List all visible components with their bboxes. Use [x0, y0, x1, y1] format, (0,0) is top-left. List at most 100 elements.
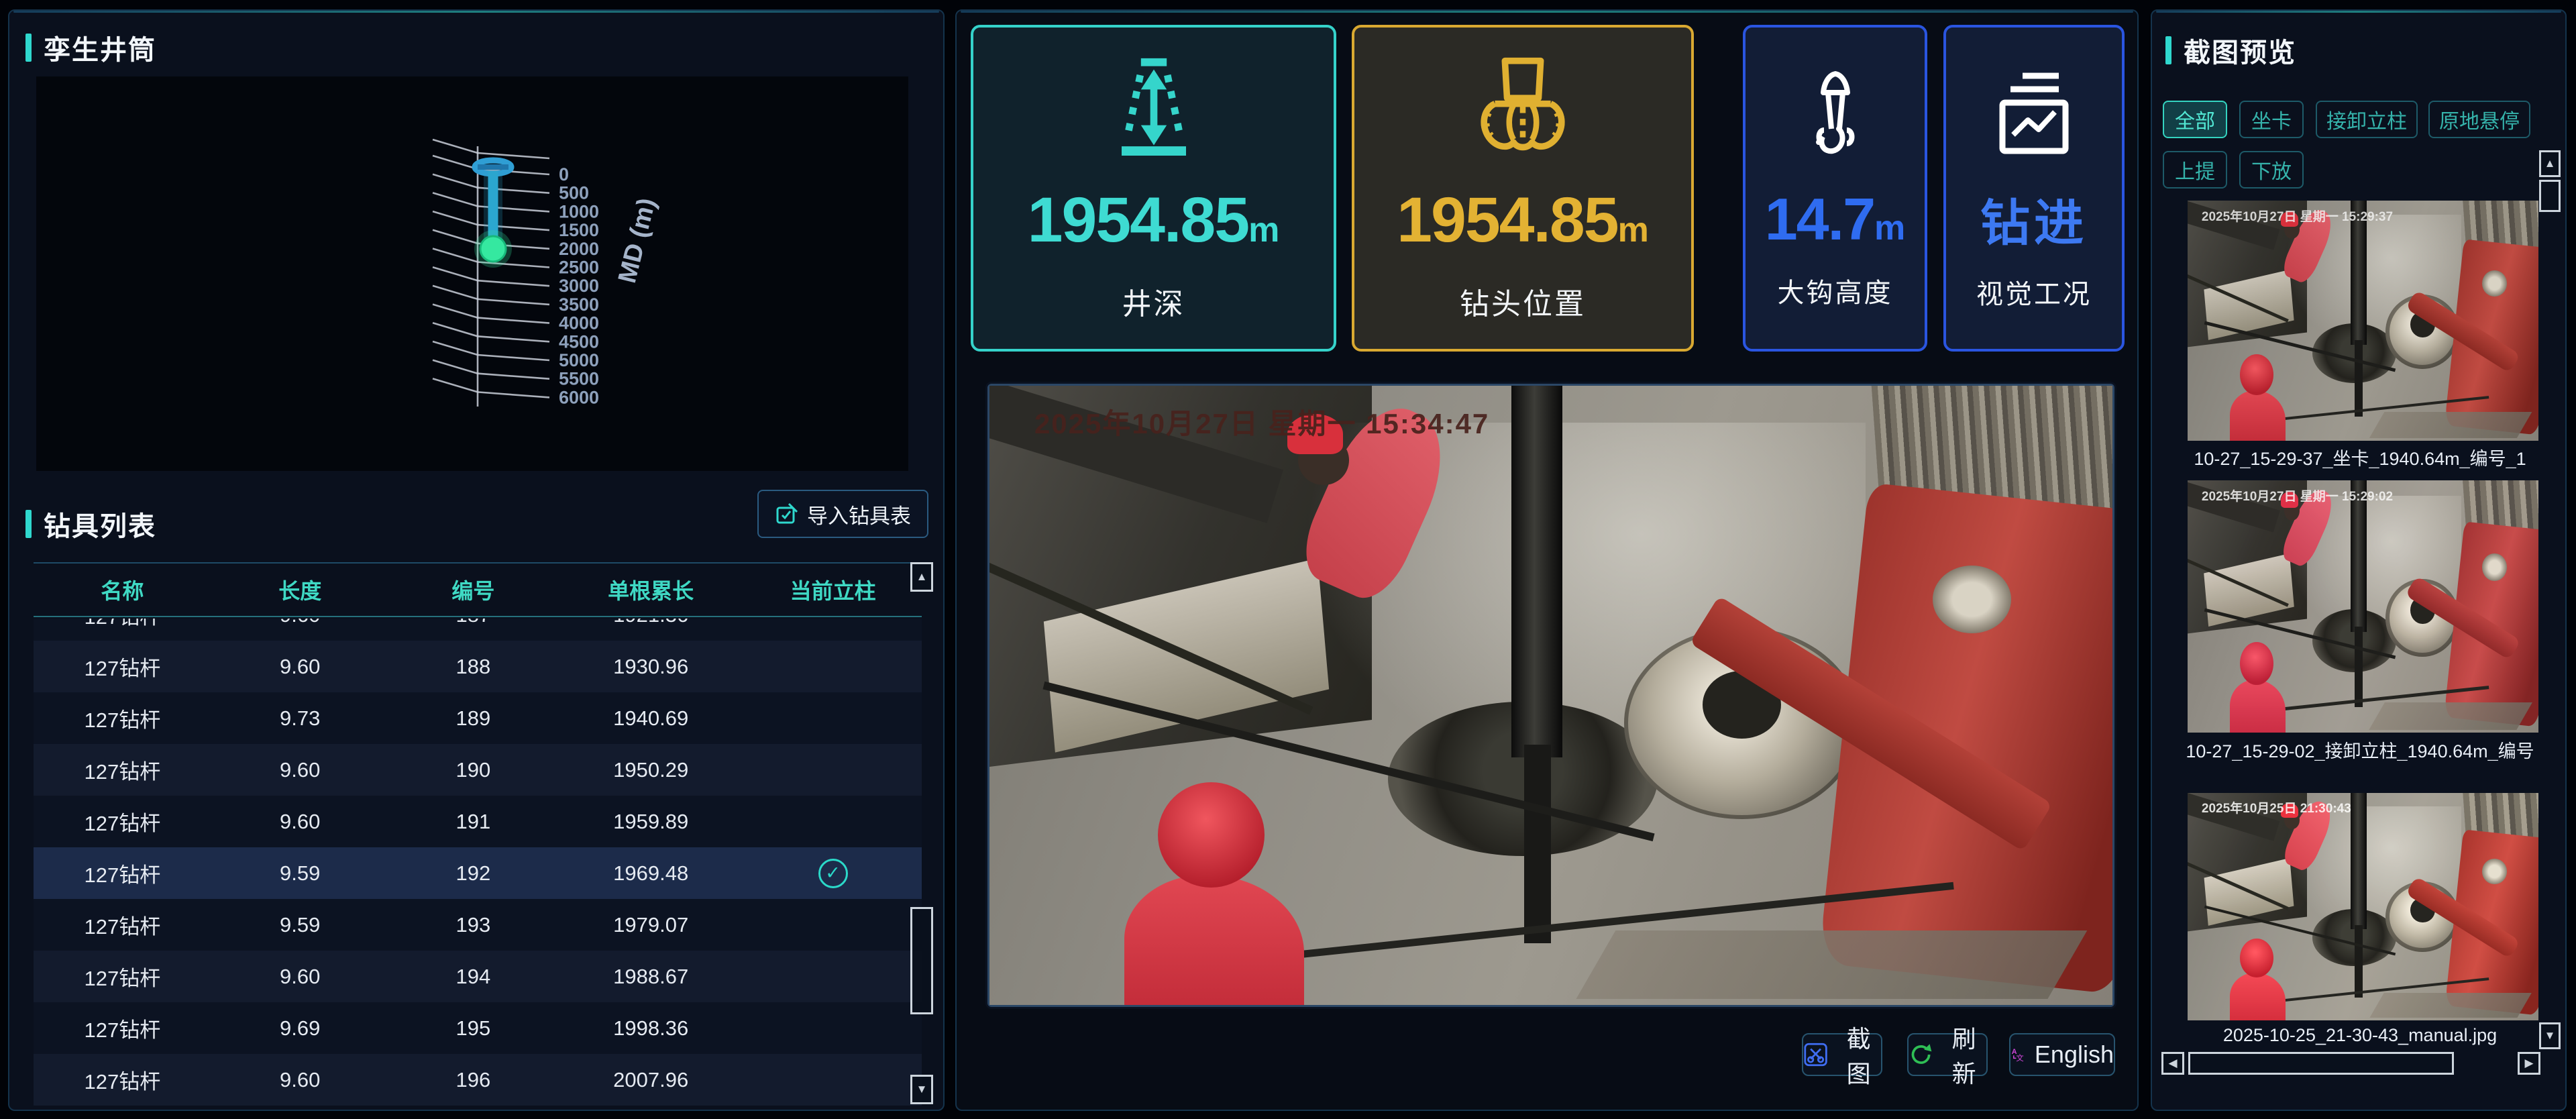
- twin-wellbore-title-text: 孪生井筒: [44, 28, 156, 67]
- screenshot-thumbnail[interactable]: 2025年10月25日 21:30:43: [2188, 793, 2538, 1020]
- filter-button-1[interactable]: 全部: [2163, 101, 2227, 138]
- import-drill-table-button[interactable]: 导入钻具表: [757, 490, 928, 538]
- screenshot-preview-panel: 截图预览 全部坐卡接卸立柱原地悬停上提下放 2025年10月27日 星期一 15…: [2151, 9, 2567, 1111]
- filter-button-2[interactable]: 坐卡: [2239, 101, 2304, 138]
- table-header-row: 名称长度编号单根累长当前立柱: [34, 564, 922, 617]
- depth-tick-label: 5500: [559, 369, 599, 389]
- table-cell: 1921.36: [557, 619, 744, 627]
- twin-wellbore-panel: 孪生井筒 05001000150020002500300035004000450…: [8, 9, 945, 1111]
- screenshot-thumbnail[interactable]: 2025年10月27日 星期一 15:29:02: [2188, 480, 2538, 733]
- drill-tools-title-text: 钻具列表: [44, 504, 156, 543]
- rig-scene-debris: [2369, 702, 2532, 730]
- filter-button-3[interactable]: 接卸立柱: [2316, 101, 2418, 138]
- wellbore-3d-view[interactable]: 0500100015002000250030003500400045005000…: [36, 76, 908, 471]
- table-cell: 127钻杆: [34, 910, 211, 940]
- title-accent-bar: [25, 510, 32, 538]
- drill-tools-title: 钻具列表: [25, 504, 156, 543]
- table-cell: 127钻杆: [34, 1065, 211, 1095]
- table-cell: 195: [389, 1016, 558, 1041]
- table-cell: 9.59: [211, 913, 389, 937]
- hook-height-label: 大钩高度: [1778, 271, 1893, 310]
- language-toggle-button[interactable]: A 文 English: [2009, 1033, 2115, 1076]
- table-header-cell: 名称: [34, 574, 211, 605]
- table-header-cell: 长度: [211, 574, 389, 605]
- refresh-button[interactable]: 刷新: [1907, 1033, 1988, 1076]
- table-row[interactable]: 127钻杆9.691951998.36: [34, 1002, 922, 1054]
- table-cell: 2007.96: [557, 1068, 744, 1092]
- table-cell: 189: [389, 706, 558, 731]
- table-scrollbar-thumb[interactable]: [910, 907, 933, 1014]
- screenshot-caption: 2025-10-25_21-30-43_manual.jpg: [2172, 1025, 2548, 1049]
- rig-scene-debris: [2369, 412, 2532, 438]
- filter-button-6[interactable]: 下放: [2239, 151, 2304, 189]
- preview-hscrollbar-thumb[interactable]: [2188, 1052, 2454, 1075]
- hook-height-value: 14.7m: [1765, 185, 1906, 254]
- table-row[interactable]: 127钻杆9.601911959.89: [34, 796, 922, 847]
- depth-tick-label: 3500: [559, 295, 599, 315]
- rig-scene-worker2: [2230, 680, 2286, 733]
- table-cell: 1950.29: [557, 758, 744, 782]
- refresh-icon: [1909, 1041, 1933, 1068]
- screenshot-thumbnail[interactable]: 2025年10月27日 星期一 15:29:37: [2188, 201, 2538, 441]
- wellbore-3d-svg: 0500100015002000250030003500400045005000…: [36, 76, 908, 471]
- screenshot-image: 2025年10月25日 21:30:43: [2188, 793, 2538, 1020]
- rig-scene-gauge: [2482, 859, 2507, 884]
- visual-condition-label: 视觉工况: [1976, 272, 2092, 311]
- table-cell: 9.73: [211, 706, 389, 731]
- table-row[interactable]: 127钻杆9.601881930.96: [34, 641, 922, 692]
- filter-button-5[interactable]: 上提: [2163, 151, 2227, 189]
- depth-gridline: [433, 323, 549, 341]
- table-row[interactable]: 127钻杆9.731891940.69: [34, 692, 922, 744]
- depth-gridline: [433, 267, 549, 286]
- table-cell: 127钻杆: [34, 703, 211, 733]
- table-body[interactable]: 127钻杆9.601871921.36127钻杆9.601881930.9612…: [34, 619, 922, 1110]
- preview-scroll-down-button[interactable]: ▼: [2539, 1022, 2561, 1049]
- table-row[interactable]: 127钻杆9.601962007.96: [34, 1054, 922, 1106]
- depth-tick-label: 5000: [559, 350, 599, 370]
- screenshot-button-label: 截图: [1836, 1020, 1881, 1089]
- rig-scene-pipe2: [2355, 925, 2363, 998]
- svg-text:文: 文: [2016, 1053, 2023, 1063]
- current-stand-check-icon: ✓: [818, 859, 848, 888]
- table-row[interactable]: 127钻杆9.591921969.48✓: [34, 847, 922, 899]
- twin-wellbore-title: 孪生井筒: [25, 28, 156, 67]
- language-button-label: English: [2035, 1041, 2114, 1069]
- live-monitor-panel: 1954.85m 井深 1954.85m 钻头位置: [955, 9, 2139, 1111]
- rig-scene-pipe: [1511, 386, 1562, 757]
- table-cell: 188: [389, 655, 558, 679]
- table-cell: 127钻杆: [34, 806, 211, 837]
- table-cell: 127钻杆: [34, 619, 211, 630]
- table-cell: 9.60: [211, 655, 389, 679]
- rig-scene-worker2: [2230, 390, 2286, 441]
- table-scroll-down-button[interactable]: ▼: [910, 1075, 933, 1104]
- live-video-frame[interactable]: 2025年10月27日 星期一 15:34:47: [987, 384, 2114, 1007]
- preview-scroll-right-button[interactable]: ▶: [2518, 1052, 2540, 1075]
- table-row[interactable]: 127钻杆9.601901950.29: [34, 744, 922, 796]
- depth-gridline: [433, 360, 549, 379]
- depth-tick-label: 2500: [559, 258, 599, 278]
- depth-tick-label: 2000: [559, 239, 599, 259]
- rig-scene-helmet2: [2240, 642, 2273, 685]
- table-row[interactable]: 127钻杆9.601871921.36: [34, 619, 922, 641]
- screenshot-button[interactable]: 截图: [1802, 1033, 1882, 1076]
- table-cell: 1988.67: [557, 965, 744, 989]
- preview-scroll-left-button[interactable]: ◀: [2161, 1052, 2184, 1075]
- preview-scrollbar-thumb[interactable]: [2539, 180, 2561, 212]
- table-row[interactable]: 127钻杆9.601941988.67: [34, 951, 922, 1002]
- table-header-cell: 单根累长: [557, 574, 744, 605]
- table-cell: 187: [389, 619, 558, 627]
- table-cell: 194: [389, 965, 558, 989]
- filter-button-4[interactable]: 原地悬停: [2428, 101, 2530, 138]
- depth-tick-label: 6000: [559, 387, 599, 407]
- table-cell: 1959.89: [557, 810, 744, 834]
- table-cell: 1930.96: [557, 655, 744, 679]
- preview-scroll-up-button[interactable]: ▲: [2539, 150, 2561, 177]
- table-row[interactable]: 127钻杆9.591931979.07: [34, 899, 922, 951]
- hook-height-card: 14.7m 大钩高度: [1743, 25, 1927, 352]
- import-form-icon: [775, 502, 799, 526]
- table-scroll-up-button[interactable]: ▲: [910, 562, 933, 592]
- rig-scene-debris: [2370, 993, 2532, 1018]
- title-accent-bar: [25, 34, 32, 62]
- depth-tick-label: 1500: [559, 220, 599, 240]
- rig-scene-pipe2: [1524, 745, 1551, 943]
